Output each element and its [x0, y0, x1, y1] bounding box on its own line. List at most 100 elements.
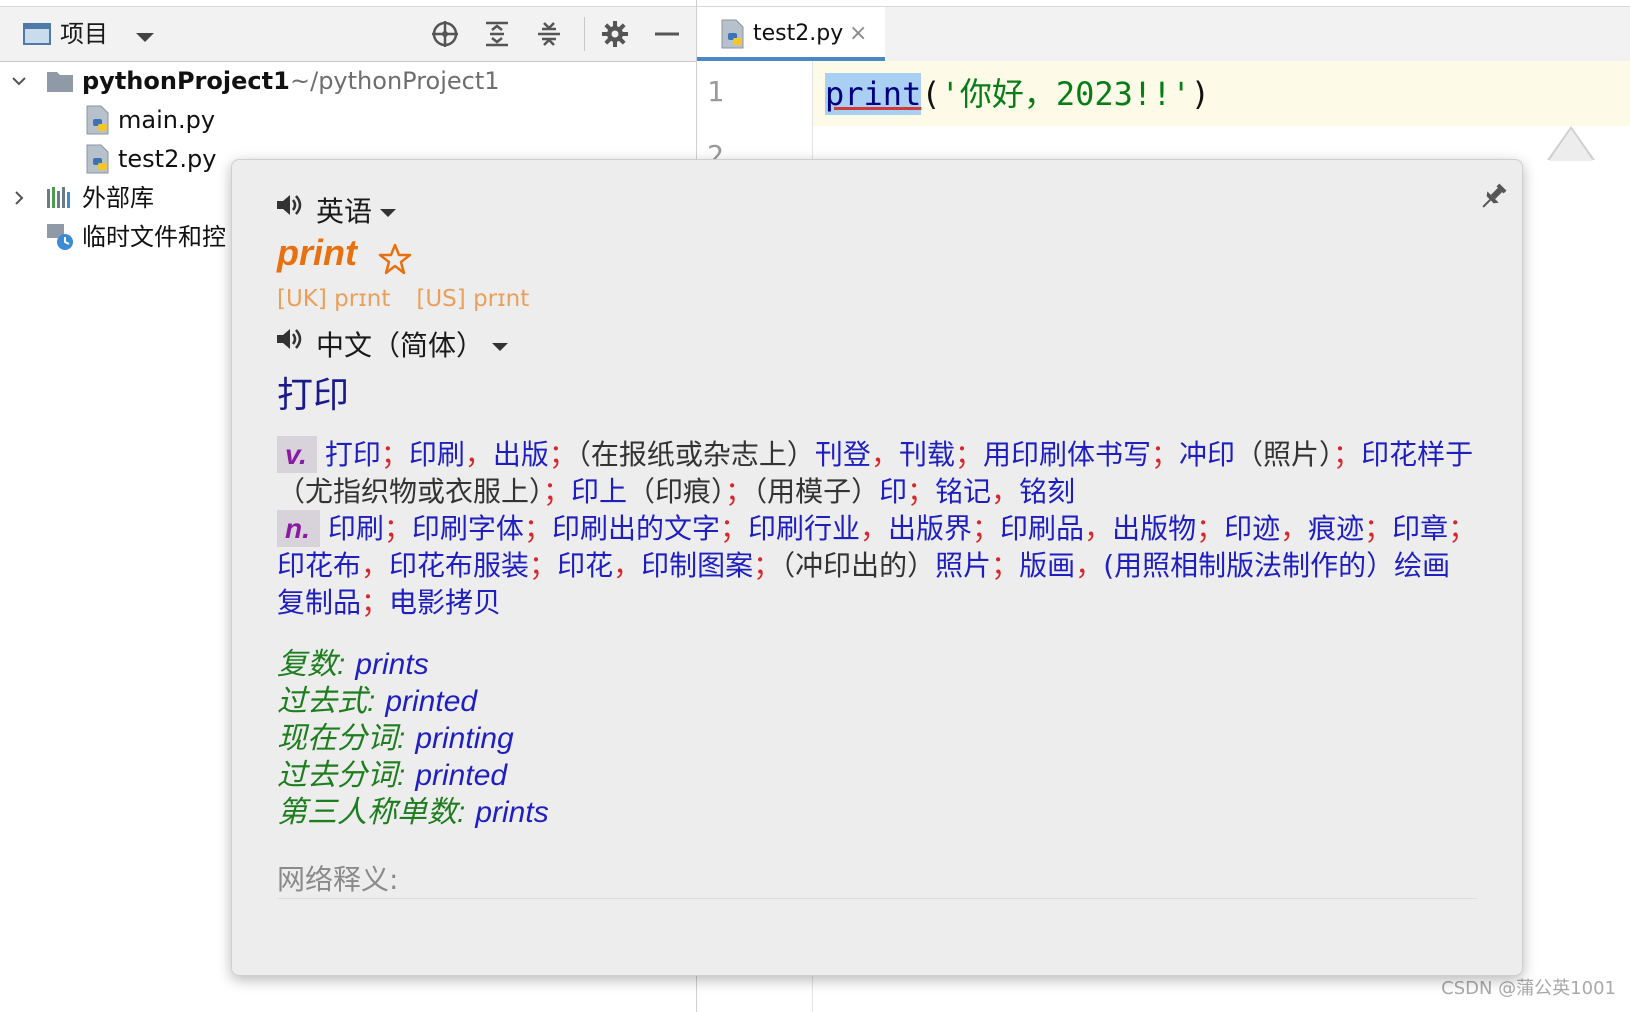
definition-term[interactable]: 印刷 — [409, 438, 465, 471]
definition-term[interactable]: 出版界 — [888, 512, 972, 545]
definition-separator: ； — [1448, 512, 1477, 545]
word-form-value[interactable]: printing — [415, 722, 513, 755]
definition-term[interactable]: 照片 — [935, 549, 991, 582]
definition-separator: ； — [1333, 438, 1362, 471]
chevron-down-icon[interactable] — [136, 33, 154, 42]
definition-separator: ， — [361, 549, 390, 582]
definition-term[interactable]: 印花样于 — [1361, 438, 1473, 471]
definition-context: （尤指织物或衣服上） — [277, 475, 544, 508]
word-form-row: 过去式: printed — [277, 683, 549, 720]
tree-item-main-py[interactable]: main.py — [0, 101, 680, 139]
definition-separator: ； — [548, 438, 577, 471]
definition-term[interactable]: 印 — [879, 475, 907, 508]
translation-popup: 英语 print [UK] prɪnt [US] prɪnt 中文（简体） 打印 … — [231, 159, 1523, 976]
word-form-row: 复数: prints — [277, 646, 549, 683]
definition-term[interactable]: 用印刷体书写 — [983, 438, 1151, 471]
project-header: 项目 — [0, 6, 696, 62]
target-icon[interactable] — [430, 19, 460, 49]
word-form-label: 复数: — [277, 648, 346, 681]
definition-term[interactable]: 电影拷贝 — [389, 586, 501, 619]
phonetic-us[interactable]: [US] prɪnt — [416, 286, 529, 312]
definition-block: n. 印刷；印刷字体；印刷出的文字；印刷行业，出版界；印刷品，出版物；印迹，痕迹；… — [277, 510, 1477, 621]
word-form-value[interactable]: printed — [415, 759, 507, 792]
speaker-icon[interactable] — [274, 190, 304, 220]
file-label: main.py — [118, 106, 216, 134]
tab-label: test2.py — [753, 21, 844, 46]
definition-term[interactable]: 冲印 — [1179, 438, 1235, 471]
definition-context: （冲印出的） — [781, 549, 936, 582]
definition-separator: ； — [380, 438, 409, 471]
definitions: v. 打印；印刷，出版；（在报纸或杂志上）刊登，刊载；用印刷体书写；冲印（照片）；… — [277, 436, 1477, 621]
minimize-icon[interactable] — [652, 19, 682, 49]
definition-term[interactable]: 印刷出的文字 — [552, 512, 720, 545]
definition-term[interactable]: 印上 — [571, 475, 627, 508]
definition-term[interactable]: 印刷字体 — [412, 512, 524, 545]
source-language-label: 英语 — [316, 195, 373, 228]
source-language-select[interactable]: 英语 — [316, 190, 397, 230]
tree-item-scratches[interactable]: 临时文件和控 — [0, 218, 230, 256]
library-icon — [47, 187, 70, 208]
tab-test2-py[interactable]: test2.py × — [697, 7, 885, 61]
definition-term[interactable]: 痕迹 — [1308, 512, 1364, 545]
word-form-value[interactable]: prints — [475, 796, 548, 829]
definition-term[interactable]: 印制图案 — [641, 549, 753, 582]
project-name: pythonProject1 — [82, 67, 290, 95]
definition-separator: ； — [972, 512, 1001, 545]
tree-label: 外部库 — [82, 184, 154, 212]
target-language-select[interactable]: 中文（简体） — [316, 324, 509, 364]
definition-term[interactable]: 铭记 — [935, 475, 991, 508]
chevron-down-icon — [380, 209, 397, 217]
definition-separator: ， — [464, 438, 493, 471]
scratch-file-icon — [47, 224, 73, 250]
python-file-icon — [86, 105, 109, 135]
collapse-all-icon[interactable] — [534, 19, 564, 49]
python-file-icon — [721, 19, 744, 49]
code-paren: ( — [921, 75, 941, 113]
project-path: ~/pythonProject1 — [290, 67, 500, 95]
definition-separator: ； — [523, 512, 552, 545]
definition-term[interactable]: 铭刻 — [1019, 475, 1075, 508]
gear-icon[interactable] — [600, 19, 630, 49]
speaker-icon[interactable] — [274, 324, 304, 354]
word-form-value[interactable]: prints — [355, 648, 428, 681]
word-form-label: 现在分词: — [277, 722, 406, 755]
tree-item-project-root[interactable]: pythonProject1 ~/pythonProject1 — [0, 62, 680, 100]
python-file-icon — [86, 144, 109, 174]
definition-term[interactable]: 打印 — [325, 438, 381, 471]
definition-term[interactable]: 印刷 — [328, 512, 384, 545]
definition-term[interactable]: 印花 — [557, 549, 613, 582]
chevron-down-icon — [492, 343, 509, 351]
project-title[interactable]: 项目 — [60, 19, 108, 49]
definition-term[interactable]: 印章 — [1392, 512, 1448, 545]
project-window-icon[interactable] — [22, 19, 52, 49]
definition-term[interactable]: 印刷品 — [1000, 512, 1084, 545]
definition-term[interactable]: 印花布服装 — [389, 549, 529, 582]
chevron-down-icon[interactable] — [12, 74, 26, 88]
definition-context: （印痕） — [627, 475, 726, 508]
web-definitions-label: 网络释义: — [277, 863, 399, 896]
phonetic-uk[interactable]: [UK] prɪnt — [277, 286, 390, 312]
definition-term[interactable]: 刊登 — [815, 438, 871, 471]
chevron-right-icon[interactable] — [12, 191, 26, 205]
definition-term[interactable]: 刊载 — [899, 438, 955, 471]
word-form-value[interactable]: printed — [385, 685, 477, 718]
definition-block: v. 打印；印刷，出版；（在报纸或杂志上）刊登，刊载；用印刷体书写；冲印（照片）；… — [277, 436, 1477, 510]
definition-term[interactable]: 印迹 — [1224, 512, 1280, 545]
definition-separator: ； — [1151, 438, 1180, 471]
expand-all-icon[interactable] — [482, 19, 512, 49]
code-paren: ) — [1190, 75, 1210, 113]
star-icon[interactable] — [378, 242, 412, 276]
definition-term[interactable]: 出版物 — [1112, 512, 1196, 545]
pin-icon[interactable] — [1476, 180, 1510, 214]
tree-label: 临时文件和控 — [82, 223, 226, 251]
definition-term[interactable]: 出版 — [493, 438, 549, 471]
code-function-name[interactable]: print — [825, 73, 922, 115]
definition-separator: ； — [529, 549, 558, 582]
definition-term[interactable]: 版画 — [1019, 549, 1075, 582]
definition-separator: ， — [860, 512, 889, 545]
definition-separator: ， — [991, 475, 1020, 508]
definition-term[interactable]: 印花布 — [277, 549, 361, 582]
definition-term[interactable]: 印刷行业 — [748, 512, 860, 545]
close-icon[interactable]: × — [849, 19, 867, 49]
code-line[interactable]: print('你好，2023!!') — [825, 72, 1210, 116]
